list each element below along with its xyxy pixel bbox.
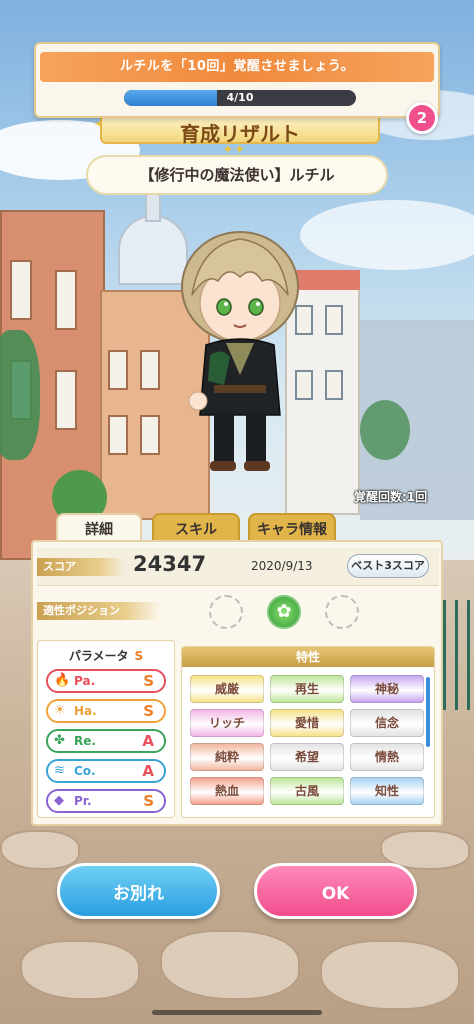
mission-text: ルチルを「10回」覚醒させましょう。 bbox=[119, 59, 355, 74]
card-name: 【修行中の魔法使い】ルチル bbox=[86, 155, 388, 195]
farewell-button[interactable]: お別れ bbox=[57, 863, 220, 919]
mission-progress-bar: 4/10 bbox=[124, 90, 356, 106]
param-co: ≋ Co. A bbox=[46, 759, 166, 783]
param-pr: ◆ Pr. S bbox=[46, 789, 166, 813]
detail-panel: スコア 24347 2020/9/13 ベスト3スコア 適性ポジション パラメー… bbox=[31, 540, 443, 826]
flame-icon: 🔥 bbox=[54, 673, 71, 688]
trait-item[interactable]: 神秘 bbox=[350, 675, 424, 703]
param-name: Pa. bbox=[74, 674, 96, 688]
position-label: 適性ポジション bbox=[37, 602, 161, 620]
sun-icon: ☀ bbox=[54, 703, 66, 718]
parameter-title-label: パラメータ bbox=[68, 649, 129, 663]
param-rank: S bbox=[143, 792, 154, 810]
position-slot-empty bbox=[209, 595, 243, 629]
trait-item[interactable]: 信念 bbox=[350, 709, 424, 737]
trait-title: 特性 bbox=[182, 647, 434, 667]
trait-item[interactable]: 希望 bbox=[270, 743, 344, 771]
trait-item[interactable]: 威厳 bbox=[190, 675, 264, 703]
trait-box: 特性 威厳 再生 神秘 リッチ 愛惜 信念 純粋 希望 情熱 熱血 古風 知性 bbox=[181, 646, 435, 818]
mission-banner[interactable]: ルチルを「10回」覚醒させましょう。 4/10 bbox=[34, 42, 440, 118]
window bbox=[108, 350, 128, 390]
position-slot-active-icon bbox=[267, 595, 301, 629]
trait-item[interactable]: 知性 bbox=[350, 777, 424, 805]
param-rank: S bbox=[143, 672, 154, 690]
position-slot-empty bbox=[325, 595, 359, 629]
best3-score-button[interactable]: ベスト3スコア bbox=[347, 554, 429, 578]
window bbox=[140, 350, 160, 390]
window bbox=[108, 415, 128, 455]
window bbox=[55, 370, 77, 430]
character-sprite bbox=[181, 231, 299, 471]
window bbox=[140, 415, 160, 455]
trait-item[interactable]: 純粋 bbox=[190, 743, 264, 771]
tree bbox=[0, 330, 40, 460]
param-name: Pr. bbox=[74, 794, 92, 808]
window bbox=[325, 305, 343, 335]
home-indicator[interactable] bbox=[152, 1010, 322, 1015]
param-name: Ha. bbox=[74, 704, 97, 718]
trait-item[interactable]: 古風 bbox=[270, 777, 344, 805]
mission-strip: ルチルを「10回」覚醒させましょう。 bbox=[40, 52, 434, 82]
window bbox=[325, 370, 343, 400]
awaken-count: 覚醒回数:1回 bbox=[354, 490, 428, 504]
param-rank: A bbox=[142, 732, 154, 750]
trait-item[interactable]: リッチ bbox=[190, 709, 264, 737]
mission-count-badge: 2 bbox=[406, 102, 438, 134]
diamond-icon: ◆ bbox=[54, 793, 64, 808]
stone bbox=[0, 830, 80, 870]
tree bbox=[360, 400, 410, 460]
window bbox=[55, 270, 77, 330]
tab-chara-info[interactable]: キャラ情報 bbox=[248, 513, 336, 543]
parameter-title: パラメータ S bbox=[38, 647, 174, 664]
mission-progress-text: 4/10 bbox=[226, 91, 254, 104]
trait-scrollbar[interactable] bbox=[426, 677, 430, 747]
param-rank: A bbox=[142, 762, 154, 780]
param-ha: ☀ Ha. S bbox=[46, 699, 166, 723]
parameter-overall-rank: S bbox=[134, 649, 144, 663]
score-value: 24347 bbox=[133, 552, 207, 576]
parameter-box: パラメータ S 🔥 Pa. S ☀ Ha. S ✤ Re. A ≋ Co. A ◆… bbox=[37, 640, 175, 818]
stone bbox=[160, 930, 300, 1000]
trait-item[interactable]: 愛惜 bbox=[270, 709, 344, 737]
wave-icon: ≋ bbox=[54, 763, 65, 778]
tab-skill[interactable]: スキル bbox=[152, 513, 240, 543]
param-name: Re. bbox=[74, 734, 96, 748]
ok-button[interactable]: OK bbox=[254, 863, 417, 919]
param-name: Co. bbox=[74, 764, 96, 778]
stone bbox=[320, 940, 460, 1010]
trait-item[interactable]: 熱血 bbox=[190, 777, 264, 805]
tab-details[interactable]: 詳細 bbox=[56, 513, 142, 543]
param-rank: S bbox=[143, 702, 154, 720]
window bbox=[10, 260, 32, 320]
param-re: ✤ Re. A bbox=[46, 729, 166, 753]
railing bbox=[440, 600, 474, 710]
stone bbox=[20, 940, 140, 1000]
trait-item[interactable]: 再生 bbox=[270, 675, 344, 703]
position-row: 適性ポジション bbox=[37, 590, 439, 634]
score-date: 2020/9/13 bbox=[251, 559, 313, 573]
score-label: スコア bbox=[37, 558, 125, 576]
score-row: スコア 24347 2020/9/13 ベスト3スコア bbox=[37, 548, 439, 586]
trait-item[interactable]: 情熱 bbox=[350, 743, 424, 771]
param-pa: 🔥 Pa. S bbox=[46, 669, 166, 693]
clover-icon: ✤ bbox=[54, 733, 65, 748]
